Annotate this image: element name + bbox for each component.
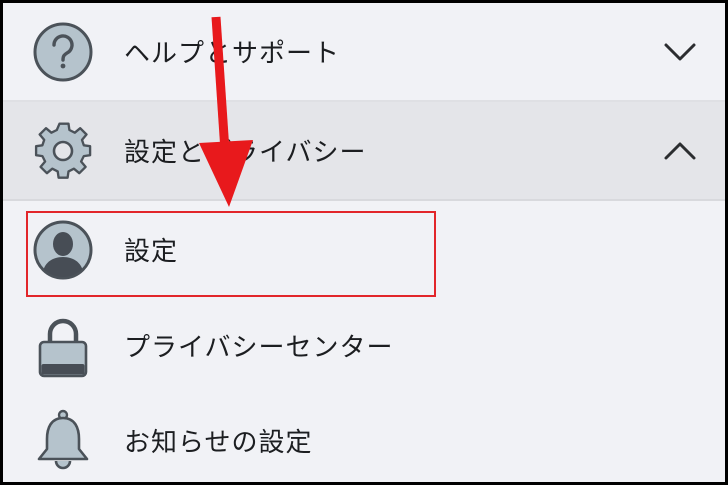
help-support-label: ヘルプとサポート [124,39,341,69]
notification-settings-label: お知らせの設定 [124,428,313,458]
gear-icon [31,119,95,183]
lock-icon [31,314,95,378]
menu-item-settings-privacy[interactable]: 設定とプライバシー [3,102,725,201]
menu-item-notification-settings[interactable]: お知らせの設定 [3,393,725,482]
chevron-up-icon[interactable] [663,140,697,162]
menu-item-privacy-center[interactable]: プライバシーセンター [3,298,725,393]
privacy-center-label: プライバシーセンター [124,333,394,363]
menu-item-help-support[interactable]: ヘルプとサポート [3,3,725,102]
bell-icon [31,409,95,473]
question-circle-icon [31,20,95,84]
chevron-down-icon[interactable] [663,41,697,63]
settings-privacy-label: 設定とプライバシー [124,138,367,168]
highlight-box [26,211,436,297]
screenshot-frame: ヘルプとサポート 設定とプライバシー 設定 プライバシーセンター お知らせの設定 [0,0,728,485]
